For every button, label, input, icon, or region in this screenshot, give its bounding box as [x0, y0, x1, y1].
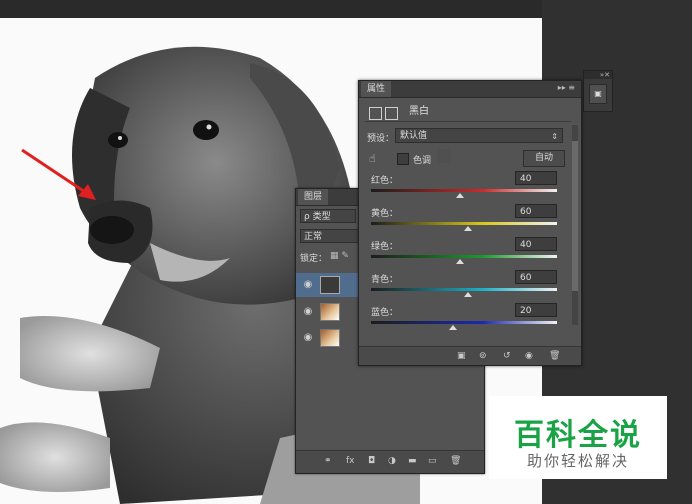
clip-to-layer-icon[interactable]: ▣: [457, 351, 466, 361]
slider-row: 红色： 40: [369, 171, 559, 205]
photoshop-workspace: »✕ ▣ 图层 ρ 类型 正常 锁定： ▦ ✎ ◉ ◉ ◉ ⚭ fx ◘ ◑ ▬…: [0, 0, 692, 504]
scrollbar-thumb[interactable]: [572, 141, 578, 291]
visibility-eye-icon[interactable]: ◉: [302, 332, 314, 344]
slider-knob[interactable]: [448, 325, 457, 330]
slider-knob[interactable]: [456, 193, 465, 198]
properties-panel: 属性 ▸▸ ≡ 黑白 预设： 默认值 ⇕ ☝ 色调 自动 红色： 40 黄色： 60 绿…: [358, 80, 582, 366]
visibility-icon[interactable]: ◉: [525, 351, 533, 361]
watermark-subtitle: 助你轻松解决: [526, 452, 629, 470]
slider-label: 红色：: [371, 176, 399, 186]
preset-label: 预设：: [367, 134, 395, 144]
new-layer-icon[interactable]: ▭: [428, 456, 437, 466]
layer-thumbnail: [320, 329, 340, 347]
slider-value-input[interactable]: 40: [515, 237, 557, 251]
lock-icons[interactable]: ▦ ✎: [330, 251, 349, 261]
layers-tab[interactable]: 图层: [298, 189, 329, 205]
properties-tabbar: 属性 ▸▸ ≡: [359, 81, 581, 98]
visibility-eye-icon[interactable]: ◉: [302, 279, 314, 291]
visibility-eye-icon[interactable]: ◉: [302, 306, 314, 318]
divider: [365, 121, 571, 122]
watermark-title: 百科全说: [514, 418, 642, 453]
slider-label: 绿色：: [371, 242, 399, 252]
slider-track[interactable]: [371, 222, 557, 225]
mask-icon: [385, 107, 398, 120]
slider-track[interactable]: [371, 189, 557, 192]
preset-value: 默认值: [400, 131, 428, 141]
properties-dock-icon[interactable]: ▣: [589, 84, 607, 104]
adjustment-layer-icon[interactable]: ◑: [388, 456, 396, 466]
slider-track[interactable]: [371, 255, 557, 258]
targeted-adjustment-hand-icon[interactable]: ☝: [369, 152, 376, 165]
panel-menu-icon[interactable]: ▸▸ ≡: [558, 83, 575, 92]
delete-adjustment-icon[interactable]: 🗑: [549, 351, 560, 361]
preset-dropdown[interactable]: 默认值 ⇕: [395, 128, 563, 143]
tint-checkbox[interactable]: [397, 153, 409, 165]
properties-tab[interactable]: 属性: [361, 81, 392, 97]
slider-value-input[interactable]: 60: [515, 270, 557, 284]
dock-controls[interactable]: »✕: [584, 71, 612, 79]
slider-row: 蓝色： 20: [369, 303, 559, 337]
mask-icon[interactable]: ◘: [368, 456, 375, 466]
slider-value-input[interactable]: 60: [515, 204, 557, 218]
blend-mode-select[interactable]: 正常: [300, 229, 360, 243]
properties-footer: ▣ ⊚ ↺ ◉ 🗑: [359, 346, 581, 365]
watermark-logo: 百科全说 助你轻松解决: [489, 396, 667, 479]
layers-footer: ⚭ fx ◘ ◑ ▬ ▭ 🗑: [296, 450, 484, 473]
trash-icon[interactable]: 🗑: [450, 456, 461, 466]
slider-knob[interactable]: [463, 292, 472, 297]
dropdown-arrow-icon: ⇕: [551, 132, 558, 141]
slider-row: 黄色： 60: [369, 204, 559, 238]
link-layers-icon[interactable]: ⚭: [324, 456, 332, 466]
slider-label: 黄色：: [371, 209, 399, 219]
collapsed-panel-dock[interactable]: »✕ ▣: [583, 70, 613, 112]
adjustment-thumbnail: [320, 276, 340, 294]
reset-icon[interactable]: ↺: [503, 351, 511, 361]
slider-row: 青色： 60: [369, 270, 559, 304]
tint-label: 色调: [413, 156, 432, 166]
layer-thumbnail: [320, 303, 340, 321]
slider-value-input[interactable]: 40: [515, 171, 557, 185]
auto-button[interactable]: 自动: [523, 150, 565, 167]
slider-track[interactable]: [371, 288, 557, 291]
view-previous-icon[interactable]: ⊚: [479, 351, 487, 361]
group-folder-icon[interactable]: ▬: [408, 456, 417, 466]
slider-row: 绿色： 40: [369, 237, 559, 271]
slider-knob[interactable]: [463, 226, 472, 231]
canvas-top-margin: [0, 0, 542, 18]
slider-knob[interactable]: [456, 259, 465, 264]
slider-label: 蓝色：: [371, 308, 399, 318]
adjustment-type-icons: [369, 103, 401, 122]
layer-filter-select[interactable]: ρ 类型: [300, 209, 356, 223]
slider-value-input[interactable]: 20: [515, 303, 557, 317]
adjustment-icon: [369, 107, 382, 120]
lock-label: 锁定：: [300, 254, 328, 264]
fx-icon[interactable]: fx: [346, 456, 355, 466]
adjustment-title: 黑白: [409, 106, 429, 117]
tint-color-swatch[interactable]: [437, 149, 451, 163]
slider-track[interactable]: [371, 321, 557, 324]
slider-label: 青色：: [371, 275, 399, 285]
